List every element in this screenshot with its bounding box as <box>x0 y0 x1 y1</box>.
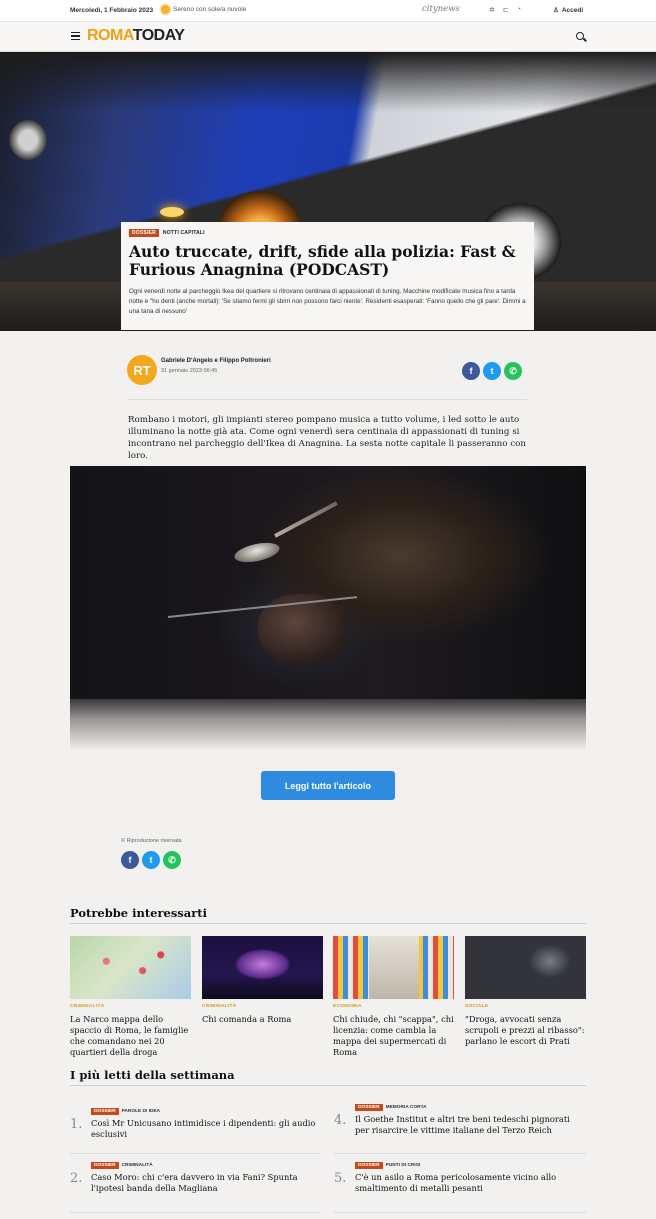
logo-roma: ROMA <box>87 27 133 44</box>
divider <box>334 1212 586 1213</box>
card-title[interactable]: Chi chiude, chi "scappa", chi licenzia: … <box>333 1014 454 1058</box>
item-title[interactable]: Così Mr Unicusano intimidisce i dipenden… <box>91 1118 316 1140</box>
divider <box>70 1085 586 1086</box>
item-title[interactable]: C'è un asilo a Roma pericolosamente vici… <box>355 1172 580 1194</box>
notification-icon[interactable]: ◔ <box>517 6 521 14</box>
map-thumbnail[interactable] <box>70 936 191 999</box>
street-thumbnail[interactable] <box>465 936 586 999</box>
card-title[interactable]: "Droga, avvocati senza scrupoli e prezzi… <box>465 1014 586 1047</box>
article-image <box>70 466 586 699</box>
divider <box>70 1153 320 1154</box>
divider <box>70 923 586 924</box>
item-section[interactable]: PUNTI DI CRISI <box>386 1163 421 1168</box>
rank-number: 5. <box>334 1171 347 1186</box>
top-utility-bar: Mercoledì, 1 Febbraio 2023 Sereno con so… <box>0 0 656 22</box>
card-category: ECONOMIA <box>333 1004 362 1009</box>
most-read-heading: I più letti della settimana <box>70 1068 235 1082</box>
user-icon: ♙ <box>553 7 559 14</box>
publish-date: 31 gennaio 2023 06:45 <box>161 368 218 374</box>
hero-card: DOSSIER NOTTI CAPITALI Auto truccate, dr… <box>121 222 534 330</box>
whatsapp-icon[interactable]: ✆ <box>163 851 181 869</box>
search-icon[interactable] <box>576 32 584 40</box>
supermarket-thumbnail[interactable] <box>333 936 454 999</box>
read-full-article-button[interactable]: Leggi tutto l'articolo <box>261 771 395 800</box>
item-title[interactable]: Caso Moro: chi c'era davvero in via Fani… <box>91 1172 316 1194</box>
share-buttons-bottom: f t ✆ <box>121 851 181 869</box>
card-category: SOCIALE <box>465 1004 489 1009</box>
copyright-note: © Riproduzione riservata <box>121 838 182 844</box>
rank-number: 2. <box>70 1171 83 1186</box>
author-box: RT Gabriele D'Angelo e Filippo Poltronie… <box>127 355 527 387</box>
facebook-icon[interactable]: f <box>121 851 139 869</box>
sun-icon <box>161 5 170 14</box>
card-title[interactable]: La Narco mappa dello spaccio di Roma, le… <box>70 1014 191 1058</box>
bookmark-icon[interactable]: ⊏ <box>503 6 509 14</box>
dossier-tag[interactable]: DOSSIER <box>129 229 159 237</box>
weather-widget[interactable]: Sereno con sole/a nuvole <box>161 5 246 14</box>
current-date: Mercoledì, 1 Febbraio 2023 <box>70 7 154 14</box>
rank-number: 1. <box>70 1117 83 1132</box>
twitter-icon[interactable]: t <box>142 851 160 869</box>
logo-today: TODAY <box>132 27 185 44</box>
settings-icon[interactable]: ✲ <box>489 6 495 14</box>
share-buttons: f t ✆ <box>462 362 522 380</box>
dossier-tag[interactable]: DOSSIER <box>355 1104 383 1111</box>
article-title: Auto truccate, drift, sfide alla polizia… <box>129 242 516 279</box>
card-category: CRIMINALITÀ <box>202 1004 237 1009</box>
menu-icon[interactable] <box>71 32 80 40</box>
related-heading: Potrebbe interessarti <box>70 906 207 920</box>
avatar: RT <box>127 355 157 385</box>
dossier-tag[interactable]: DOSSIER <box>355 1162 383 1169</box>
item-section[interactable]: CRIMINALITÀ <box>122 1163 153 1168</box>
dossier-tag[interactable]: DOSSIER <box>91 1162 119 1169</box>
card-category: CRIMINALITÀ <box>70 1004 105 1009</box>
divider <box>127 399 527 400</box>
related-card[interactable]: CRIMINALITÀ La Narco mappa dello spaccio… <box>70 936 191 1058</box>
article-lead: Rombano i motori, gli impianti stereo po… <box>128 415 526 461</box>
colosseum-thumbnail[interactable] <box>202 936 323 999</box>
related-card[interactable]: SOCIALE "Droga, avvocati senza scrupoli … <box>465 936 586 1047</box>
hero-category[interactable]: NOTTI CAPITALI <box>163 230 205 236</box>
citynews-logo[interactable]: citynews <box>422 4 460 14</box>
weather-text: Sereno con sole/a nuvole <box>173 6 247 13</box>
login-label: Accedi <box>561 6 584 14</box>
related-card[interactable]: ECONOMIA Chi chiude, chi "scappa", chi l… <box>333 936 454 1058</box>
card-title[interactable]: Chi comanda a Roma <box>202 1014 323 1025</box>
divider <box>70 1212 320 1213</box>
related-card[interactable]: CRIMINALITÀ Chi comanda a Roma <box>202 936 323 1025</box>
item-section[interactable]: MEMORIA CORTA <box>386 1105 427 1110</box>
divider <box>334 1153 586 1154</box>
rank-number: 4. <box>334 1113 347 1128</box>
article-subtitle: Ogni venerdì notte al parcheggio Ikea de… <box>129 288 526 315</box>
login-link[interactable]: ♙ Accedi <box>553 6 584 15</box>
author-name[interactable]: Gabriele D'Angelo e Filippo Poltronieri <box>161 358 271 364</box>
facebook-icon[interactable]: f <box>462 362 480 380</box>
paywall-fade <box>70 699 586 751</box>
hero-tags: DOSSIER NOTTI CAPITALI <box>129 229 526 237</box>
dossier-tag[interactable]: DOSSIER <box>91 1108 119 1115</box>
toolbar-icons: ✲ ⊏ ◔ <box>489 6 521 14</box>
item-title[interactable]: Il Goethe Institut e altri tre beni tede… <box>355 1114 580 1136</box>
site-header: ROMATODAY <box>0 22 656 52</box>
twitter-icon[interactable]: t <box>483 362 501 380</box>
item-section[interactable]: PAROLE DI IDEA <box>122 1109 161 1114</box>
whatsapp-icon[interactable]: ✆ <box>504 362 522 380</box>
site-logo[interactable]: ROMATODAY <box>87 27 185 45</box>
